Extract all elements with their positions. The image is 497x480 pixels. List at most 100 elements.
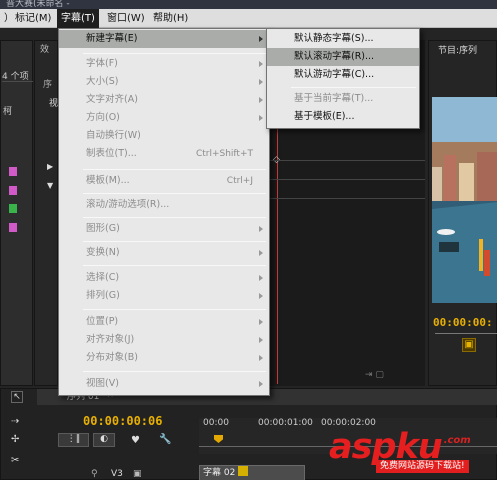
menu-item-distribute-objects[interactable]: 分布对象(B) [59,349,269,367]
menu-item-label: 新建字幕(E) [86,33,138,44]
menu-item-size[interactable]: 大小(S) [59,73,269,91]
selection-tool-icon[interactable]: ↖ [11,391,23,403]
submenu-arrow-icon [259,79,263,85]
menu-item-label: 模板(M)... [86,175,130,186]
menu-item-label: 自动换行(W) [86,130,141,141]
submenu-item-label: 基于模板(E)... [294,111,355,122]
program-scrub-bar[interactable] [435,333,497,334]
submenu-item-based-on-template[interactable]: 基于模板(E)... [267,108,419,126]
wrench-icon[interactable]: 🔧 [159,434,171,445]
timeline-timecode: 00:00:00:06 [83,414,163,428]
submenu-arrow-icon [259,61,263,67]
menu-item-text-align[interactable]: 文字对齐(A) [59,91,269,109]
menu-item-word-wrap[interactable]: 自动换行(W) [59,127,269,145]
menu-window[interactable]: 窗口(W) [103,9,149,28]
menu-item-font[interactable]: 字体(F) [59,55,269,73]
lock-track-icon[interactable]: ⚲ [91,469,98,479]
menu-item-align-objects[interactable]: 对齐对象(J) [59,331,269,349]
expand-triangle-icon[interactable]: ▶ [47,162,53,171]
window-title: 普大赛(未命名 - [0,0,497,9]
clip-color-swatch[interactable] [9,204,17,213]
project-panel: 4 个项 柯 ▣ [0,40,33,425]
submenu-item-based-on-current[interactable]: 基于当前字幕(T)... [267,90,419,108]
submenu-arrow-icon [259,36,263,42]
submenu-arrow-icon [259,355,263,361]
menu-separator [83,371,266,372]
menu-item-label: 排列(G) [86,290,120,301]
menu-item-label: 视图(V) [86,378,119,389]
playhead-marker[interactable] [214,435,223,443]
submenu-arrow-icon [259,381,263,387]
menu-item-position[interactable]: 位置(P) [59,313,269,331]
track-select-tool-icon[interactable]: ⇢ [11,416,19,427]
menu-item-label: 对齐对象(J) [86,334,135,345]
menu-item-label: 制表位(T)... [86,148,137,159]
marker-icon[interactable]: ♥ [131,435,140,446]
menu-marker[interactable]: 标记(M) [11,9,55,28]
submenu-item-default-still[interactable]: 默认静态字幕(S)... [267,30,419,48]
submenu-item-label: 默认滚动字幕(R)... [294,51,375,62]
submenu-item-label: 基于当前字幕(T)... [294,93,374,104]
ruler-label: 00:00 [203,418,229,428]
panel-divider [2,81,33,82]
menu-separator [83,309,266,310]
menu-separator [83,169,266,170]
effects-tab[interactable]: 效 [35,41,54,59]
program-timecode: 00:00:00: [433,316,493,329]
column-glyph: 柯 [3,107,13,117]
new-title-submenu: 默认静态字幕(S)... 默认滚动字幕(R)... 默认游动字幕(C)... 基… [266,28,420,129]
menu-separator [83,193,266,194]
submenu-arrow-icon [259,293,263,299]
menu-item-templates[interactable]: 模板(M)... Ctrl+J [59,172,269,190]
menu-item-transform[interactable]: 变换(N) [59,244,269,262]
menu-title[interactable]: 字幕(T) [57,9,99,28]
venice-canal-image [432,97,497,303]
aspku-watermark-logo: aspku .com [329,421,495,467]
menu-separator [83,265,266,266]
menu-item-shortcut: Ctrl+J [226,176,253,186]
linked-selection-button[interactable]: ◐ [93,433,115,447]
menu-item-view[interactable]: 视图(V) [59,375,269,393]
menu-item-new-title[interactable]: 新建字幕(E) [59,30,269,48]
submenu-item-default-roll[interactable]: 默认滚动字幕(R)... [267,48,419,66]
menu-item-label: 字体(F) [86,58,118,69]
clip-color-swatch[interactable] [9,186,17,195]
watermark-tld: .com [443,435,471,446]
submenu-arrow-icon [259,275,263,281]
ripple-tool-icon[interactable]: ✢ [11,434,19,445]
submenu-item-label: 默认游动字幕(C)... [294,69,375,80]
clip-color-swatch[interactable] [9,223,17,232]
menu-item-roll-crawl-options[interactable]: 滚动/游动选项(R)... [59,196,269,214]
submenu-arrow-icon [259,319,263,325]
menu-separator [83,217,266,218]
menu-item-graphics[interactable]: 图形(G) [59,220,269,238]
title-clip[interactable]: 字幕 02 [199,465,305,480]
submenu-arrow-icon [259,115,263,121]
clip-color-swatch[interactable] [9,167,17,176]
effects-panel: 效 序 视 ▶ ▼ [34,40,58,419]
menu-item-tab-stops[interactable]: 制表位(T)... Ctrl+Shift+T [59,145,269,163]
title-dropdown-menu: 新建字幕(E) 字体(F) 大小(S) 文字对齐(A) 方向(O) 自动换行(W… [58,28,270,396]
menu-item-label: 位置(P) [86,316,119,327]
menu-separator [83,241,266,242]
menu-item-label: 方向(O) [86,112,120,123]
mark-in-button[interactable]: ▣ [462,338,476,352]
menu-item-select[interactable]: 选择(C) [59,269,269,287]
submenu-item-default-crawl[interactable]: 默认游动字幕(C)... [267,66,419,84]
premiere-window: 普大赛(未命名 - ） 标记(M) 字幕(T) 窗口(W) 帮助(H) 4 个项… [0,0,497,480]
menu-item-label: 选择(C) [86,272,120,283]
menu-item-direction[interactable]: 方向(O) [59,109,269,127]
export-icon[interactable]: ⇥ ▢ [365,370,384,380]
program-tab[interactable]: 节目:序列 [433,42,482,60]
menu-item-label: 图形(G) [86,223,120,234]
razor-tool-icon[interactable]: ✂ [11,455,19,466]
menu-item-arrange[interactable]: 排列(G) [59,287,269,305]
menu-item-label: 文字对齐(A) [86,94,138,105]
menu-item-shortcut: Ctrl+Shift+T [195,149,253,159]
toggle-output-icon[interactable]: ▣ [133,469,142,479]
menu-help[interactable]: 帮助(H) [149,9,192,28]
collapse-triangle-icon[interactable]: ▼ [47,181,53,190]
snap-button[interactable]: ⋮‖ [58,433,89,447]
submenu-item-label: 默认静态字幕(S)... [294,33,374,44]
sequence-glyph: 序 [43,80,53,90]
